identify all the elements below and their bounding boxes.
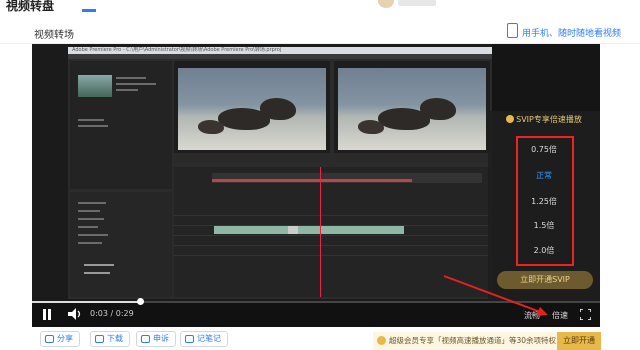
progress-fill [32,301,140,303]
open-svip-button[interactable]: 立即开通SVIP [497,271,593,289]
volume-icon[interactable] [68,308,82,320]
svip-header: SVIP专享倍速播放 [488,114,600,125]
time-separator: / [110,309,114,318]
fullscreen-icon[interactable] [580,309,591,320]
svip-promo-banner: 超级会员专享「视频高速播放通道」等30余项特权 [373,332,557,350]
active-tab-indicator [82,9,96,12]
clip-thumbnail [78,75,112,97]
speed-option[interactable]: 1.25倍 [488,196,600,207]
player-controls: 0:03 / 0:29 流畅 倍速 [32,298,600,327]
top-header: 視频转盘 [0,0,640,14]
speed-option[interactable]: 2.0倍 [488,245,600,256]
program-monitor [334,61,490,163]
premiere-menubar [68,54,492,59]
share-icon [45,335,54,343]
svip-coin-icon [377,336,386,345]
project-panel [70,61,172,189]
speed-option[interactable]: 1.5倍 [488,220,600,231]
speed-button[interactable]: 倍速 [552,310,568,321]
svip-badge-icon [506,115,515,123]
time-display: 0:03 / 0:29 [90,309,134,318]
avatar[interactable] [378,0,394,8]
time-current: 0:03 [90,309,108,318]
download-icon [95,335,104,343]
source-monitor [174,61,330,163]
site-title: 視频转盘 [6,0,55,13]
time-total: 0:29 [115,309,134,318]
phone-icon[interactable] [507,23,518,38]
open-now-button[interactable]: 立即开通 [557,332,601,350]
username[interactable] [398,0,436,6]
effects-panel [70,192,172,297]
speed-option[interactable]: 0.75倍 [488,144,600,155]
premiere-titlebar: Adobe Premiere Pro - C:\用户\Administrator… [68,47,492,54]
speed-menu: SVIP专享倍速播放 0.75倍正常 1.25倍 1.5倍 2.0倍 立即开通SVIP [488,111,600,301]
timeline-panel [174,167,490,297]
page-title: 视频转场 [34,30,74,41]
quality-button[interactable]: 流畅 [524,310,540,321]
progress-handle[interactable] [136,298,144,305]
speed-option[interactable]: 正常 [488,170,600,181]
premiere-window: Adobe Premiere Pro - C:\用户\Administrator… [68,47,492,299]
pause-button[interactable] [42,309,52,320]
svip-header-text: SVIP专享倍速播放 [516,115,582,124]
note-icon [185,335,194,343]
note-button[interactable]: 记笔记 [180,331,228,347]
pause-icon [43,309,46,320]
share-button[interactable]: 分享 [40,331,80,347]
phone-link[interactable]: 用手机、随时随地看视频 [522,26,621,39]
report-icon [141,335,150,343]
download-button[interactable]: 下载 [90,331,130,347]
report-button[interactable]: 申诉 [136,331,176,347]
